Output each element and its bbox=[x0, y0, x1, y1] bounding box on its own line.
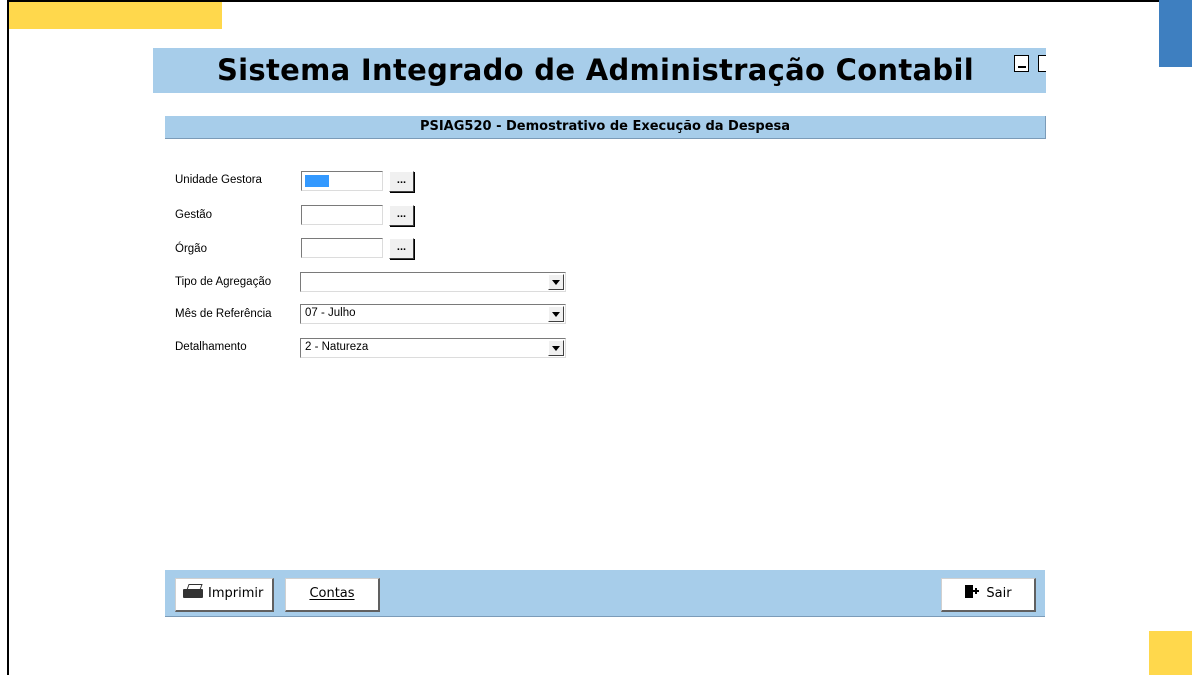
gestao-label: Gestão bbox=[175, 209, 213, 221]
orgao-label: Órgão bbox=[175, 243, 207, 255]
print-button[interactable]: Imprimir bbox=[175, 578, 274, 612]
form-title: PSIAG520 - Demostrativo de Execução da D… bbox=[165, 116, 1046, 139]
exit-button-label: Sair bbox=[986, 586, 1012, 601]
decor-yellow-top bbox=[9, 2, 222, 29]
contas-button[interactable]: Contas bbox=[285, 578, 380, 612]
orgao-input[interactable] bbox=[301, 238, 383, 258]
print-button-label: Imprimir bbox=[208, 586, 264, 601]
maximize-button[interactable] bbox=[1038, 55, 1046, 72]
gestao-input[interactable] bbox=[301, 205, 383, 225]
app-header: Sistema Integrado de Administração Conta… bbox=[153, 46, 1046, 93]
footer-toolbar: Imprimir Contas Sair bbox=[165, 570, 1045, 617]
mes-referencia-select[interactable]: 07 - Julho bbox=[300, 304, 566, 324]
text-selection-highlight bbox=[305, 175, 329, 187]
printer-icon bbox=[182, 583, 204, 600]
gestao-lookup-button[interactable]: ... bbox=[389, 205, 414, 226]
exit-button[interactable]: Sair bbox=[941, 578, 1036, 612]
tipo-agregacao-label: Tipo de Agregação bbox=[175, 276, 272, 288]
detalhamento-select[interactable]: 2 - Natureza bbox=[300, 338, 566, 358]
mes-referencia-value: 07 - Julho bbox=[305, 307, 356, 319]
detalhamento-value: 2 - Natureza bbox=[305, 341, 369, 353]
chevron-down-icon[interactable] bbox=[548, 340, 564, 356]
chevron-down-icon[interactable] bbox=[548, 274, 564, 290]
exit-door-icon bbox=[964, 584, 982, 600]
minimize-button[interactable] bbox=[1014, 55, 1029, 72]
chevron-down-icon[interactable] bbox=[548, 306, 564, 322]
frame-left-border bbox=[7, 0, 9, 675]
mes-referencia-label: Mês de Referência bbox=[175, 308, 272, 320]
unidade-gestora-lookup-button[interactable]: ... bbox=[389, 171, 414, 192]
orgao-lookup-button[interactable]: ... bbox=[389, 238, 414, 259]
detalhamento-label: Detalhamento bbox=[175, 341, 247, 353]
decor-blue-right bbox=[1159, 0, 1192, 67]
tipo-agregacao-select[interactable] bbox=[300, 272, 566, 292]
app-title: Sistema Integrado de Administração Conta… bbox=[217, 53, 974, 87]
contas-button-label: Contas bbox=[309, 586, 355, 601]
unidade-gestora-input[interactable] bbox=[301, 171, 383, 191]
decor-yellow-bottom bbox=[1149, 631, 1192, 675]
unidade-gestora-label: Unidade Gestora bbox=[175, 174, 262, 186]
